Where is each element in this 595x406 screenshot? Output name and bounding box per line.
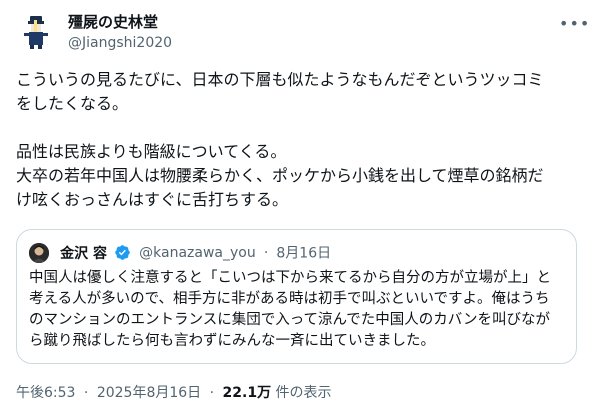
separator-dot: · (263, 244, 269, 261)
verified-badge-icon (115, 245, 130, 260)
tweet-time[interactable]: 午後6:53 (16, 385, 75, 401)
quoted-line: 中国人は優しく注意すると「こいつは下から来てるから自分の方が立場が上」と (29, 270, 551, 286)
author-avatar[interactable] (16, 12, 56, 52)
quoted-line: ら蹴り飛ばしたら何も言わずにみんな一斉に出ていきました。 (29, 333, 435, 349)
separator-dot: · (209, 385, 215, 401)
views-label: 件の表示 (275, 385, 332, 401)
quoted-tweet-text: 中国人は優しく注意すると「こいつは下から来てるから自分の方が立場が上」と 考える… (29, 268, 567, 352)
tweet-line: こういうの見るたびに、日本の下層も似たようなもんだぞというツッコミ (16, 70, 544, 89)
quoted-date: 8月16日 (276, 245, 332, 262)
tweet-header: 殭屍の史林堂 @Jiangshi2020 ••• (16, 10, 589, 54)
quoted-tweet-header: 金沢 容 @kanazawa_you · 8月16日 (29, 242, 332, 263)
tweet-line: 大卒の若年中国人は物腰柔らかく、ポッケから小銭を出して煙草の銘柄だ (16, 166, 544, 185)
quoted-line: 考える人が多いので、相手方に非がある時は初手で叫ぶといいですよ。俺はうち (29, 291, 550, 307)
author-display-name[interactable]: 殭屍の史林堂 (68, 12, 172, 32)
tweet-line: 品性は民族よりも階級についてくる。 (16, 142, 287, 161)
jiangshi-avatar-icon (16, 12, 56, 52)
tweet-line: け呟くおっさんはすぐに舌打ちする。 (16, 190, 289, 209)
views-count[interactable]: 22.1万 (223, 385, 272, 401)
tweet-date[interactable]: 2025年8月16日 (97, 385, 201, 401)
more-options-button[interactable]: ••• (559, 14, 589, 34)
separator-dot: · (83, 385, 89, 401)
portrait-avatar-icon (29, 242, 49, 263)
more-horizontal-icon: ••• (559, 14, 591, 33)
quoted-display-name: 金沢 容 (60, 245, 107, 262)
tweet-line: をしたくなる。 (16, 94, 129, 113)
author-handle[interactable]: @Jiangshi2020 (68, 33, 172, 53)
quoted-line: のマンションのエントランスに集団で入って涼んでた中国人のカバンを叫びなが (29, 312, 550, 328)
quoted-author-avatar (29, 242, 49, 263)
tweet-meta: 午後6:53 · 2025年8月16日 · 22.1万 件の表示 (16, 383, 332, 403)
quoted-handle: @kanazawa_you (139, 244, 256, 261)
quoted-tweet-card[interactable]: 金沢 容 @kanazawa_you · 8月16日 中国人は優しく注意すると「… (16, 229, 577, 364)
tweet-text: こういうの見るたびに、日本の下層も似たようなもんだぞというツッコミ をしたくなる… (16, 68, 582, 212)
